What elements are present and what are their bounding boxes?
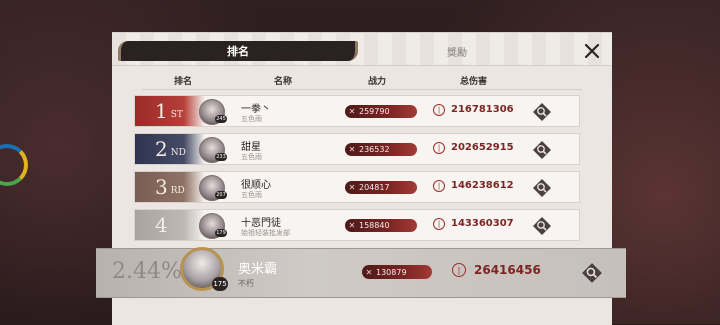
guild-name: 始祖轻装批发部 (241, 229, 290, 237)
sword-icon: ✕ (348, 107, 356, 116)
damage-value: 146238612 (451, 180, 514, 191)
power-pill: ✕ 236532 (345, 143, 417, 156)
rank-badge: 4 (135, 210, 205, 240)
guild-name: 五色雨 (241, 115, 262, 123)
power-value: 204817 (359, 183, 390, 192)
close-icon (584, 43, 600, 59)
sword-icon: ✕ (365, 267, 373, 277)
rank-suffix: RD (170, 186, 185, 196)
inspect-icon (533, 141, 551, 159)
power-value: 259790 (359, 107, 390, 116)
tab-ranking[interactable]: 排名 (118, 41, 358, 61)
self-player-name: 奥米霸 (238, 262, 278, 277)
leaderboard-row[interactable]: 1 ST 245 一拳丶 五色雨 ✕ 259790 | 216781306 (134, 95, 580, 127)
self-rank-row[interactable]: 2.44% 175 奥米霸 不朽 ✕ 130879 | 26416456 (96, 247, 626, 298)
leaderboard-row[interactable]: 4 179 十恶門徒 始祖轻装批发部 ✕ 158840 | 143360307 (134, 209, 580, 241)
self-level-badge: 175 (212, 277, 228, 291)
sword-icon: ✕ (348, 221, 356, 230)
damage-icon: | (452, 263, 466, 277)
power-pill: ✕ 158840 (345, 219, 417, 232)
header-name: 名称 (274, 77, 293, 87)
rank-number: 3 (155, 175, 168, 199)
self-inspect-button[interactable] (580, 261, 604, 285)
power-pill: ✕ 204817 (345, 181, 417, 194)
inspect-icon (582, 263, 602, 283)
leaderboard-row[interactable]: 2 ND 233 甜星 五色雨 ✕ 236532 | 202652915 (134, 133, 580, 165)
power-value: 158840 (359, 221, 390, 230)
power-value: 236532 (359, 145, 390, 154)
tab-bar: 排名 獎勵 (112, 33, 612, 66)
level-badge: 207 (215, 191, 227, 199)
rank-number: 2 (155, 137, 168, 161)
rank-suffix: ND (170, 148, 186, 158)
self-power-value: 130879 (376, 267, 407, 277)
inspect-button[interactable] (531, 101, 553, 123)
level-badge: 179 (215, 229, 227, 237)
player-name: 很顺心 (241, 180, 271, 191)
self-damage-value: 26416456 (474, 263, 541, 277)
rank-badge: 1 ST (135, 96, 205, 126)
tab-ranking-label: 排名 (227, 45, 249, 58)
player-name: 十恶門徒 (241, 218, 281, 229)
inspect-icon (533, 103, 551, 121)
header-power: 战力 (368, 77, 387, 87)
inspect-button[interactable] (531, 139, 553, 161)
guild-name: 五色雨 (241, 191, 262, 199)
self-percentile: 2.44% (112, 259, 182, 284)
damage-value: 202652915 (451, 142, 514, 153)
sword-icon: ✕ (348, 145, 356, 154)
level-badge: 233 (215, 153, 227, 161)
sword-icon: ✕ (348, 183, 356, 192)
player-name: 甜星 (241, 142, 261, 153)
damage-value: 143360307 (451, 218, 514, 229)
close-button[interactable] (580, 39, 604, 63)
rank-badge: 2 ND (135, 134, 205, 164)
leaderboard-row[interactable]: 3 RD 207 很顺心 五色雨 ✕ 204817 | 146238612 (134, 171, 580, 203)
self-guild-name: 不朽 (238, 279, 254, 288)
header-damage: 总伤害 (460, 77, 488, 87)
column-headers: 排名 名称 战力 总伤害 (142, 73, 582, 90)
self-power-pill: ✕ 130879 (362, 265, 432, 279)
inspect-icon (533, 179, 551, 197)
player-name: 一拳丶 (241, 104, 271, 115)
rank-number: 1 (155, 99, 168, 123)
rank-badge: 3 RD (135, 172, 205, 202)
header-rank: 排名 (174, 77, 193, 87)
damage-icon: | (433, 104, 445, 116)
tab-rewards[interactable]: 獎勵 (432, 43, 482, 59)
damage-value: 216781306 (451, 104, 514, 115)
level-badge: 245 (215, 115, 227, 123)
damage-icon: | (433, 180, 445, 192)
rank-number: 4 (155, 213, 168, 237)
tab-rewards-label: 獎勵 (447, 47, 467, 59)
rank-suffix: ST (170, 110, 183, 120)
power-pill: ✕ 259790 (345, 105, 417, 118)
damage-icon: | (433, 218, 445, 230)
damage-icon: | (433, 142, 445, 154)
inspect-button[interactable] (531, 177, 553, 199)
inspect-icon (533, 217, 551, 235)
inspect-button[interactable] (531, 215, 553, 237)
guild-name: 五色雨 (241, 153, 262, 161)
